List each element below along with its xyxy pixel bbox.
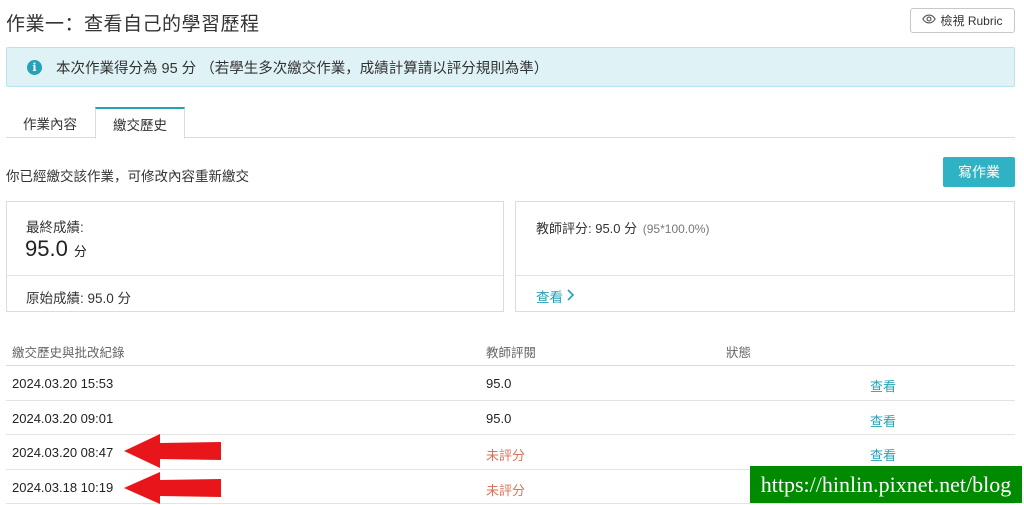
final-score-label: 最終成績: [26, 220, 84, 235]
table-row: 2024.03.20 09:01 95.0 查看 [6, 401, 1015, 435]
final-score-card: 最終成績: 95.0 分 原始成績: 95.0 分 [6, 201, 504, 312]
header-history: 繳交歷史與批改紀錄 [12, 346, 125, 360]
card-divider [7, 275, 503, 276]
teacher-score-card: 教師評分: 95.0 分 (95*100.0%) 查看 [515, 201, 1015, 312]
table-header: 繳交歷史與批改紀錄 教師評閱 狀態 [6, 332, 1015, 366]
eye-icon [922, 12, 937, 29]
info-message: 本次作業得分為 95 分 （若學生多次繳交作業，成績計算請以評分規則為準） [56, 60, 549, 77]
final-score-value: 95.0 分 [25, 236, 87, 261]
submission-time: 2024.03.20 09:01 [12, 410, 114, 426]
header-teacher-review: 教師評閱 [486, 346, 537, 360]
teacher-review: 95.0 [486, 410, 512, 426]
card-divider [516, 275, 1014, 276]
table-row: 2024.03.20 15:53 95.0 查看 [6, 366, 1015, 401]
original-score: 原始成績: 95.0 分 [26, 291, 132, 306]
red-arrow-icon [124, 472, 221, 504]
submission-time: 2024.03.20 15:53 [12, 376, 114, 391]
rubric-button-label: 檢視 Rubric [940, 14, 1003, 28]
view-submission-link[interactable]: 查看 [870, 376, 896, 395]
tab-bar: 作業內容 繳交歷史 [6, 107, 1015, 139]
info-icon: i [27, 59, 42, 75]
tab-submission-history[interactable]: 繳交歷史 [95, 107, 185, 139]
submission-status-text: 你已經繳交該作業，可修改內容重新繳交 [6, 169, 249, 184]
page-title: 作業一：查看自己的學習歷程 [6, 14, 260, 35]
view-rubric-button[interactable]: 檢視 Rubric [910, 8, 1015, 33]
score-info-banner: i 本次作業得分為 95 分 （若學生多次繳交作業，成績計算請以評分規則為準） [6, 47, 1015, 87]
blog-watermark: https://hinlin.pixnet.net/blog [750, 466, 1022, 503]
final-score-unit: 分 [73, 244, 87, 259]
tab-assignment-content[interactable]: 作業內容 [6, 107, 94, 138]
view-submission-link[interactable]: 查看 [870, 411, 896, 430]
teacher-score: 教師評分: 95.0 分 (95*100.0%) [536, 221, 710, 236]
teacher-review: 95.0 [486, 376, 512, 391]
submission-time: 2024.03.18 10:19 [12, 479, 114, 495]
write-assignment-button[interactable]: 寫作業 [943, 157, 1015, 187]
chevron-right-icon [566, 288, 575, 304]
submission-time: 2024.03.20 08:47 [12, 445, 114, 460]
red-arrow-icon [124, 434, 221, 468]
view-teacher-score-link[interactable]: 查看 [536, 286, 575, 306]
header-status: 狀態 [726, 346, 752, 360]
teacher-review: 未評分 [486, 482, 526, 498]
view-submission-link[interactable]: 查看 [870, 445, 896, 464]
teacher-score-formula: (95*100.0%) [642, 222, 710, 236]
teacher-review: 未評分 [486, 448, 526, 463]
